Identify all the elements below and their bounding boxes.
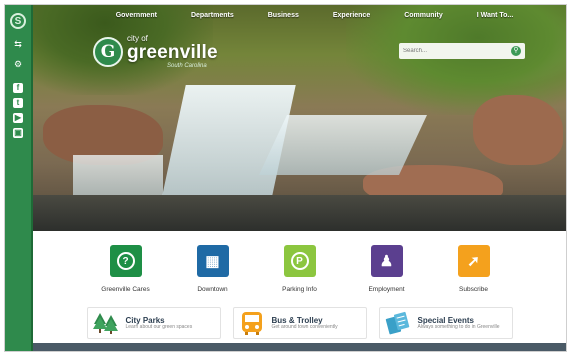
hero-rock xyxy=(473,95,563,165)
bus-icon xyxy=(238,309,266,337)
nav-experience[interactable]: Experience xyxy=(316,5,387,27)
ticket-icon xyxy=(384,309,412,337)
hero-pool xyxy=(33,195,566,231)
nav-government[interactable]: Government xyxy=(99,5,174,27)
card-subtitle: Get around town conveniently xyxy=(271,323,338,330)
top-nav: Government Departments Business Experien… xyxy=(33,5,566,27)
card-city-parks[interactable]: City Parks Learn about our green spaces xyxy=(86,307,221,339)
browser-page: Government Departments Business Experien… xyxy=(4,4,567,352)
card-subtitle: Learn about our green spaces xyxy=(125,323,193,330)
footer-strip xyxy=(33,343,566,351)
question-icon: ? xyxy=(116,252,135,270)
youtube-icon[interactable]: ▶ xyxy=(13,113,23,123)
city-logo[interactable]: G city of greenville South Carolina xyxy=(93,35,218,69)
tile-label: Downtown xyxy=(197,286,228,293)
menu-icon[interactable]: ⇆ xyxy=(12,39,24,49)
card-bus-trolley[interactable]: Bus & Trolley Get around town convenient… xyxy=(232,307,367,339)
nav-community[interactable]: Community xyxy=(387,5,460,27)
city-logo-text: city of greenville South Carolina xyxy=(127,35,218,70)
left-sidebar: S ⇆ ⚙ f t ▶ ▣ xyxy=(5,5,33,351)
nav-business[interactable]: Business xyxy=(251,5,316,27)
quick-link-downtown[interactable]: ▦ Downtown xyxy=(169,245,256,293)
gear-icon[interactable]: ⚙ xyxy=(12,59,24,69)
city-logo-badge: G xyxy=(93,37,123,67)
sidebar-logo-icon[interactable]: S xyxy=(10,13,26,29)
nav-departments[interactable]: Departments xyxy=(174,5,251,27)
tile-label: Greenville Cares xyxy=(101,286,150,293)
card-subtitle: Always something to do in Greenville xyxy=(417,323,500,330)
tile-icon-box: ♟ xyxy=(370,245,403,277)
instagram-icon[interactable]: ▣ xyxy=(13,128,23,138)
quick-link-subscribe[interactable]: ➚ Subscribe xyxy=(430,245,517,293)
search-input[interactable] xyxy=(403,48,503,54)
tree-icon xyxy=(92,309,120,337)
search-box: ⚲ xyxy=(399,43,525,59)
twitter-icon[interactable]: t xyxy=(13,98,23,108)
tile-label: Employment xyxy=(368,286,405,293)
quick-link-tiles: ? Greenville Cares ▦ Downtown P Parking … xyxy=(33,245,566,293)
parking-icon: P xyxy=(290,252,309,270)
social-links: f t ▶ ▣ xyxy=(13,83,23,138)
facebook-icon[interactable]: f xyxy=(13,83,23,93)
card-special-events[interactable]: Special Events Always something to do in… xyxy=(378,307,513,339)
card-text: Special Events Always something to do in… xyxy=(418,316,500,331)
nav-i-want-to[interactable]: I Want To... xyxy=(460,5,531,27)
tile-icon-box: ➚ xyxy=(457,245,490,277)
card-text: City Parks Learn about our green spaces xyxy=(126,316,193,331)
building-icon: ▦ xyxy=(205,253,220,270)
tile-icon-box: ▦ xyxy=(196,245,229,277)
hero-waterfall xyxy=(259,115,427,175)
tile-label: Parking Info xyxy=(282,286,317,293)
quick-link-greenville-cares[interactable]: ? Greenville Cares xyxy=(82,245,169,293)
feature-cards: City Parks Learn about our green spaces xyxy=(33,307,566,339)
tile-icon-box: ? xyxy=(109,245,142,277)
quick-links-section: ? Greenville Cares ▦ Downtown P Parking … xyxy=(33,231,566,351)
search-icon[interactable]: ⚲ xyxy=(511,46,521,56)
card-text: Bus & Trolley Get around town convenient… xyxy=(272,316,338,331)
tile-icon-box: P xyxy=(283,245,316,277)
paper-plane-icon: ➚ xyxy=(467,253,480,270)
city-name: greenville xyxy=(127,42,218,63)
quick-link-employment[interactable]: ♟ Employment xyxy=(343,245,430,293)
tile-label: Subscribe xyxy=(459,286,488,293)
quick-link-parking-info[interactable]: P Parking Info xyxy=(256,245,343,293)
person-icon: ♟ xyxy=(379,253,394,270)
city-tagline: South Carolina xyxy=(167,63,207,69)
